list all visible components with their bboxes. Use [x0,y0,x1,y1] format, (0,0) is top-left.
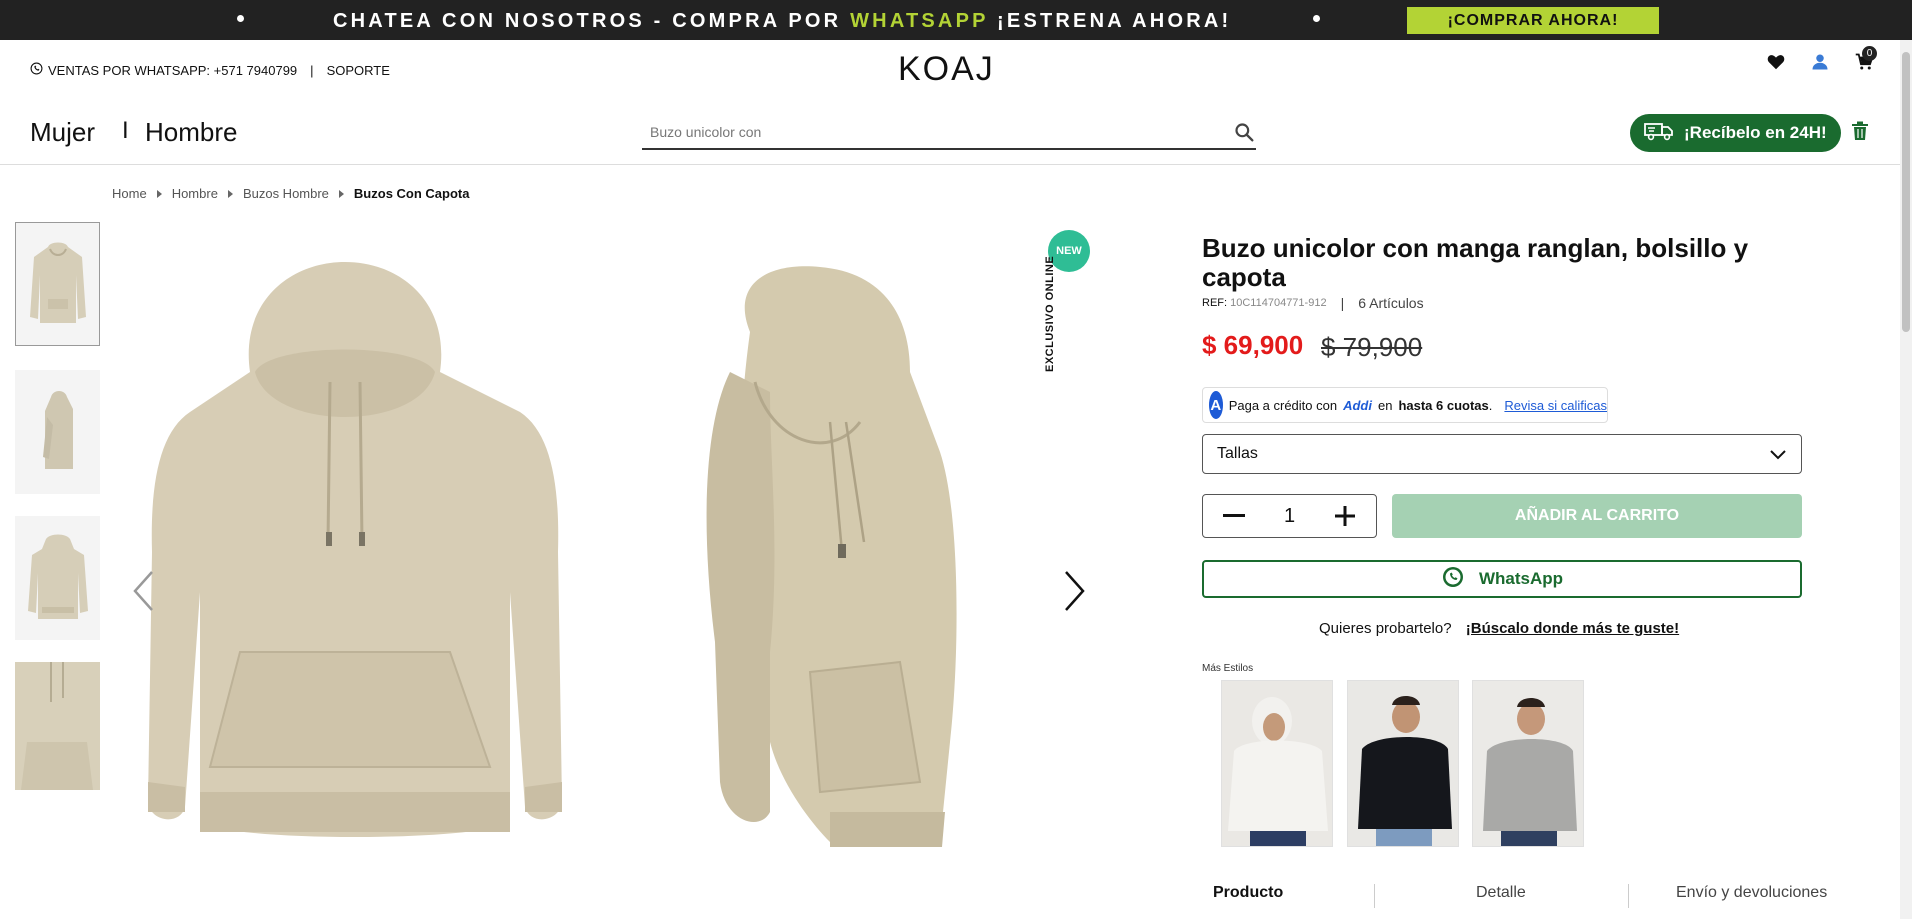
delivery-label: ¡Recíbelo en 24H! [1684,123,1827,142]
addi-text-start: Paga a crédito con [1228,397,1338,413]
header-top: VENTAS POR WHATSAPP: +571 7940799 | SOPO… [0,40,1912,100]
tab-detalle[interactable]: Detalle [1476,884,1526,902]
sales-label: VENTAS POR WHATSAPP: +571 7940799 [48,62,298,78]
support-link[interactable]: SOPORTE [327,63,390,78]
nav-mujer[interactable]: Mujer [30,117,95,148]
header-divider [0,164,1912,165]
try-on-question: Quieres probartelo? [1319,620,1452,637]
hoodie-front-image [148,262,562,837]
sales-phone[interactable]: +571 7940799 [214,63,298,78]
search-icon[interactable] [1234,122,1254,147]
size-select[interactable]: Tallas [1202,434,1802,474]
addi-check-link[interactable]: Revisa si calificas [1504,398,1607,413]
find-store-link[interactable]: ¡Búscalo donde más te guste! [1466,620,1679,637]
old-price: $ 79,900 [1321,332,1423,362]
thumbnail-back[interactable] [15,516,100,640]
decrease-quantity-button[interactable] [1221,503,1247,529]
breadcrumb-hombre[interactable]: Hombre [172,186,218,201]
addi-logo-icon: A [1209,391,1223,419]
promo-message-end: ¡ESTRENA AHORA! [988,10,1232,32]
whatsapp-icon [1441,565,1465,594]
nav-separator: I [122,117,129,144]
cart-count-badge: 0 [1862,46,1877,61]
heart-icon[interactable] [1766,52,1786,72]
breadcrumb-buzos-hombre[interactable]: Buzos Hombre [243,186,329,201]
hoodie-side-image [706,266,957,847]
ref-label: REF: [1202,297,1228,309]
addi-text-mid: en [1377,397,1393,413]
product-gallery [130,222,1090,919]
product-ref: REF: 10C114704771-912 | 6 Artículos [1202,295,1424,311]
gallery-prev-arrow-icon[interactable] [132,570,154,617]
breadcrumb-arrow-icon [338,189,344,198]
thumbnail-detail[interactable] [15,662,100,790]
promo-bar: CHATEA CON NOSOTROS - COMPRA POR WHATSAP… [0,0,1912,40]
nav-hombre[interactable]: Hombre [145,117,237,148]
thumbnail-front[interactable] [15,222,100,346]
tab-divider [1628,884,1629,908]
product-title: Buzo unicolor con manga ranglan, bolsill… [1202,233,1749,292]
trash-icon[interactable] [1851,121,1869,146]
breadcrumb: Home Hombre Buzos Hombre Buzos Con Capot… [112,186,469,201]
koaj-logo[interactable]: KOAJ [898,50,995,89]
user-icon[interactable] [1810,52,1830,72]
promo-message-start: CHATEA CON NOSOTROS - COMPRA POR [333,10,851,32]
breadcrumb-arrow-icon [227,189,233,198]
style-card-grey[interactable] [1472,680,1584,847]
buy-now-button[interactable]: ¡COMPRAR AHORA! [1407,7,1659,34]
promo-dot-left [237,15,244,22]
ref-code: 10C114704771-912 [1230,297,1327,309]
promo-message-highlight: WHATSAPP [850,10,989,32]
try-on-row: Quieres probartelo? ¡Búscalo donde más t… [1319,620,1679,637]
addi-installments: hasta 6 cuotas [1398,397,1489,413]
articles-count: 6 Artículos [1358,295,1424,311]
search-input[interactable] [642,118,1202,146]
more-styles-label: Más Estilos [1202,663,1254,674]
breadcrumb-current: Buzos Con Capota [353,186,470,201]
size-select-label: Tallas [1217,445,1258,462]
whatsapp-button[interactable]: WhatsApp [1202,560,1802,598]
tab-producto[interactable]: Producto [1213,884,1283,902]
quantity-value[interactable]: 1 [1284,505,1295,528]
add-to-cart-button[interactable]: AÑADIR AL CARRITO [1392,494,1802,538]
page-scrollbar[interactable] [1900,40,1912,919]
hoodie-images [148,262,957,847]
quantity-stepper: 1 [1202,494,1377,538]
current-price: $ 69,900 [1202,330,1304,360]
delivery-24h-button[interactable]: ¡Recíbelo en 24H! [1630,114,1841,152]
addi-credit-banner: A Paga a crédito con Addi en hasta 6 cuo… [1202,387,1608,423]
thumbnail-side[interactable] [15,370,100,494]
delivery-truck-icon [1644,121,1674,146]
promo-message: CHATEA CON NOSOTROS - COMPRA POR WHATSAP… [333,10,1231,33]
header-icons [1766,52,1874,72]
style-card-black[interactable] [1347,680,1459,847]
chevron-down-icon [1769,445,1787,468]
tab-divider [1374,884,1375,908]
header-separator: | [310,62,314,78]
promo-dot-right [1313,15,1320,22]
whatsapp-label: WhatsApp [1478,569,1564,588]
increase-quantity-button[interactable] [1332,503,1358,529]
style-card-white[interactable] [1221,680,1333,847]
whatsapp-sales-info: VENTAS POR WHATSAPP: +571 7940799 | SOPO… [30,62,390,78]
search-bar [642,118,1256,150]
breadcrumb-home[interactable]: Home [112,186,147,201]
breadcrumb-arrow-icon [156,189,162,198]
ref-separator: | [1340,295,1345,311]
page: CHATEA CON NOSOTROS - COMPRA POR WHATSAP… [0,0,1912,919]
tab-envio[interactable]: Envío y devoluciones [1676,884,1827,902]
gallery-next-arrow-icon[interactable] [1064,570,1086,617]
exclusive-online-label: EXCLUSIVO ONLINE [1044,255,1056,372]
addi-brand: Addi [1343,397,1372,413]
scrollbar-thumb[interactable] [1902,52,1910,332]
whatsapp-small-icon [30,62,43,78]
